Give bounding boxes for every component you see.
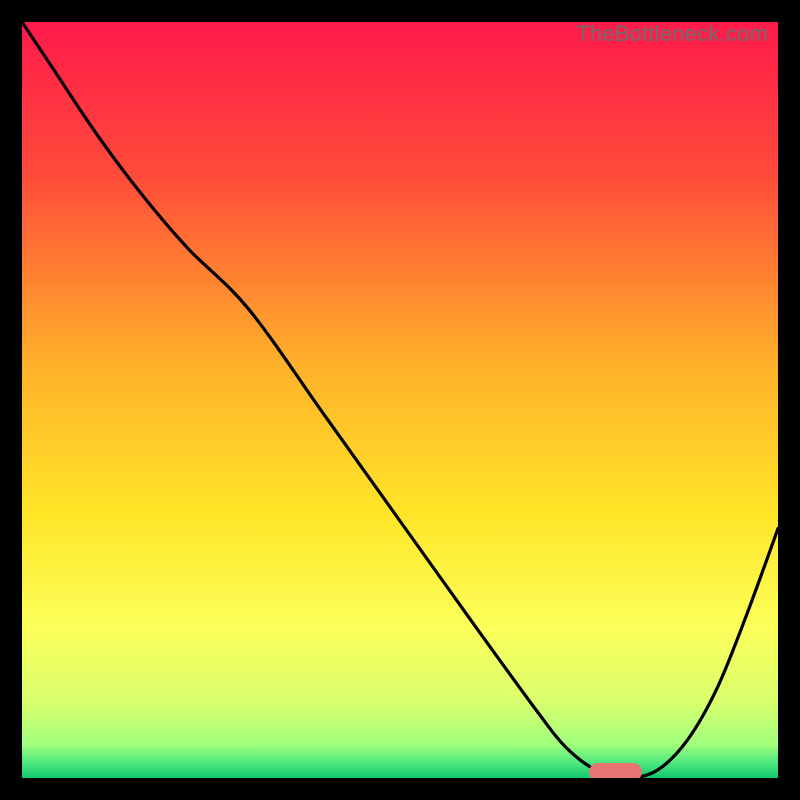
- chart-frame: TheBottleneck.com: [0, 0, 800, 800]
- plot-area: TheBottleneck.com: [22, 22, 778, 778]
- bottleneck-curve: [22, 22, 778, 778]
- optimal-range-marker: [589, 763, 642, 778]
- watermark-text: TheBottleneck.com: [576, 22, 768, 46]
